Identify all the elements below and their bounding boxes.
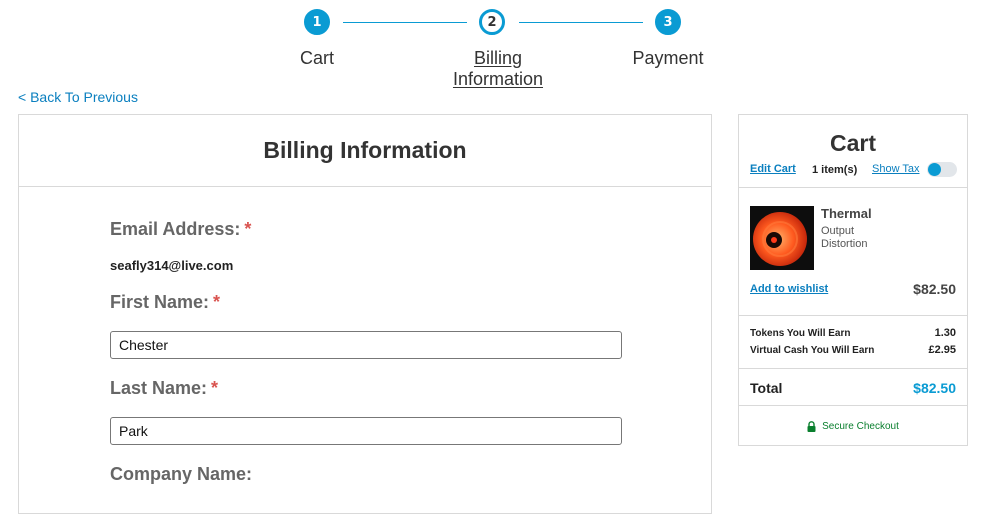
- required-marker: *: [211, 378, 219, 398]
- toggle-knob: [928, 163, 941, 176]
- email-value: seafly314@live.com: [110, 258, 234, 273]
- step-2-label: Billing Information: [428, 48, 568, 90]
- required-marker: *: [213, 292, 221, 312]
- divider: [739, 187, 967, 188]
- step-2-badge: 2: [479, 9, 505, 35]
- tokens-label: Tokens You Will Earn: [750, 328, 851, 339]
- lock-icon: [807, 421, 816, 432]
- show-tax-link[interactable]: Show Tax: [872, 163, 920, 175]
- total-value: $82.50: [913, 380, 956, 396]
- step-2-number: 2: [487, 14, 497, 30]
- step-1-label[interactable]: Cart: [247, 48, 387, 69]
- email-label-text: Email Address:: [110, 219, 241, 239]
- last-name-label: Last Name: *: [110, 378, 218, 399]
- step-3-badge[interactable]: 3: [655, 9, 681, 35]
- last-name-field[interactable]: [110, 417, 622, 445]
- step-2-label-line1: Billing: [473, 48, 523, 68]
- step-1-number: 1: [312, 14, 322, 30]
- tokens-value: 1.30: [934, 327, 956, 339]
- virtual-cash-label: Virtual Cash You Will Earn: [750, 345, 875, 356]
- back-to-previous-link[interactable]: < Back To Previous: [18, 89, 138, 105]
- email-label: Email Address: *: [110, 219, 251, 240]
- product-price: $82.50: [913, 281, 956, 297]
- company-name-label: Company Name:: [110, 464, 252, 485]
- first-name-label-text: First Name:: [110, 292, 210, 312]
- step-1-badge[interactable]: 1: [304, 9, 330, 35]
- cart-title: Cart: [829, 130, 876, 156]
- step-connector: [343, 22, 467, 23]
- company-name-label-text: Company Name:: [110, 464, 253, 484]
- product-thumbnail[interactable]: [750, 206, 814, 270]
- first-name-label: First Name: *: [110, 292, 220, 313]
- divider: [739, 315, 967, 316]
- step-3-label[interactable]: Payment: [598, 48, 738, 69]
- required-marker: *: [244, 219, 252, 239]
- divider: [739, 405, 967, 406]
- add-to-wishlist-link[interactable]: Add to wishlist: [750, 283, 828, 295]
- billing-title: Billing Information: [263, 137, 467, 163]
- billing-header: Billing Information: [19, 115, 711, 187]
- edit-cart-link[interactable]: Edit Cart: [750, 163, 796, 175]
- cart-item-count: 1 item(s): [812, 164, 858, 176]
- total-label: Total: [750, 380, 783, 396]
- step-2-label-line2: Information: [452, 69, 544, 89]
- step-connector: [519, 22, 643, 23]
- billing-panel: Billing Information Email Address: * seaf…: [18, 114, 712, 514]
- product-name[interactable]: Thermal: [821, 206, 872, 221]
- show-tax-toggle[interactable]: [927, 162, 957, 177]
- cart-summary-panel: Cart Edit Cart 1 item(s) Show Tax Therma…: [738, 114, 968, 446]
- product-detail-line2: Distortion: [821, 238, 868, 250]
- secure-checkout-label: Secure Checkout: [822, 421, 899, 432]
- first-name-field[interactable]: [110, 331, 622, 359]
- step-3-number: 3: [663, 14, 673, 30]
- divider: [739, 368, 967, 369]
- vinyl-record-icon: [750, 206, 814, 270]
- last-name-label-text: Last Name:: [110, 378, 208, 398]
- secure-checkout: Secure Checkout: [739, 421, 967, 432]
- virtual-cash-value: £2.95: [928, 344, 956, 356]
- product-detail-line1: Output: [821, 225, 855, 237]
